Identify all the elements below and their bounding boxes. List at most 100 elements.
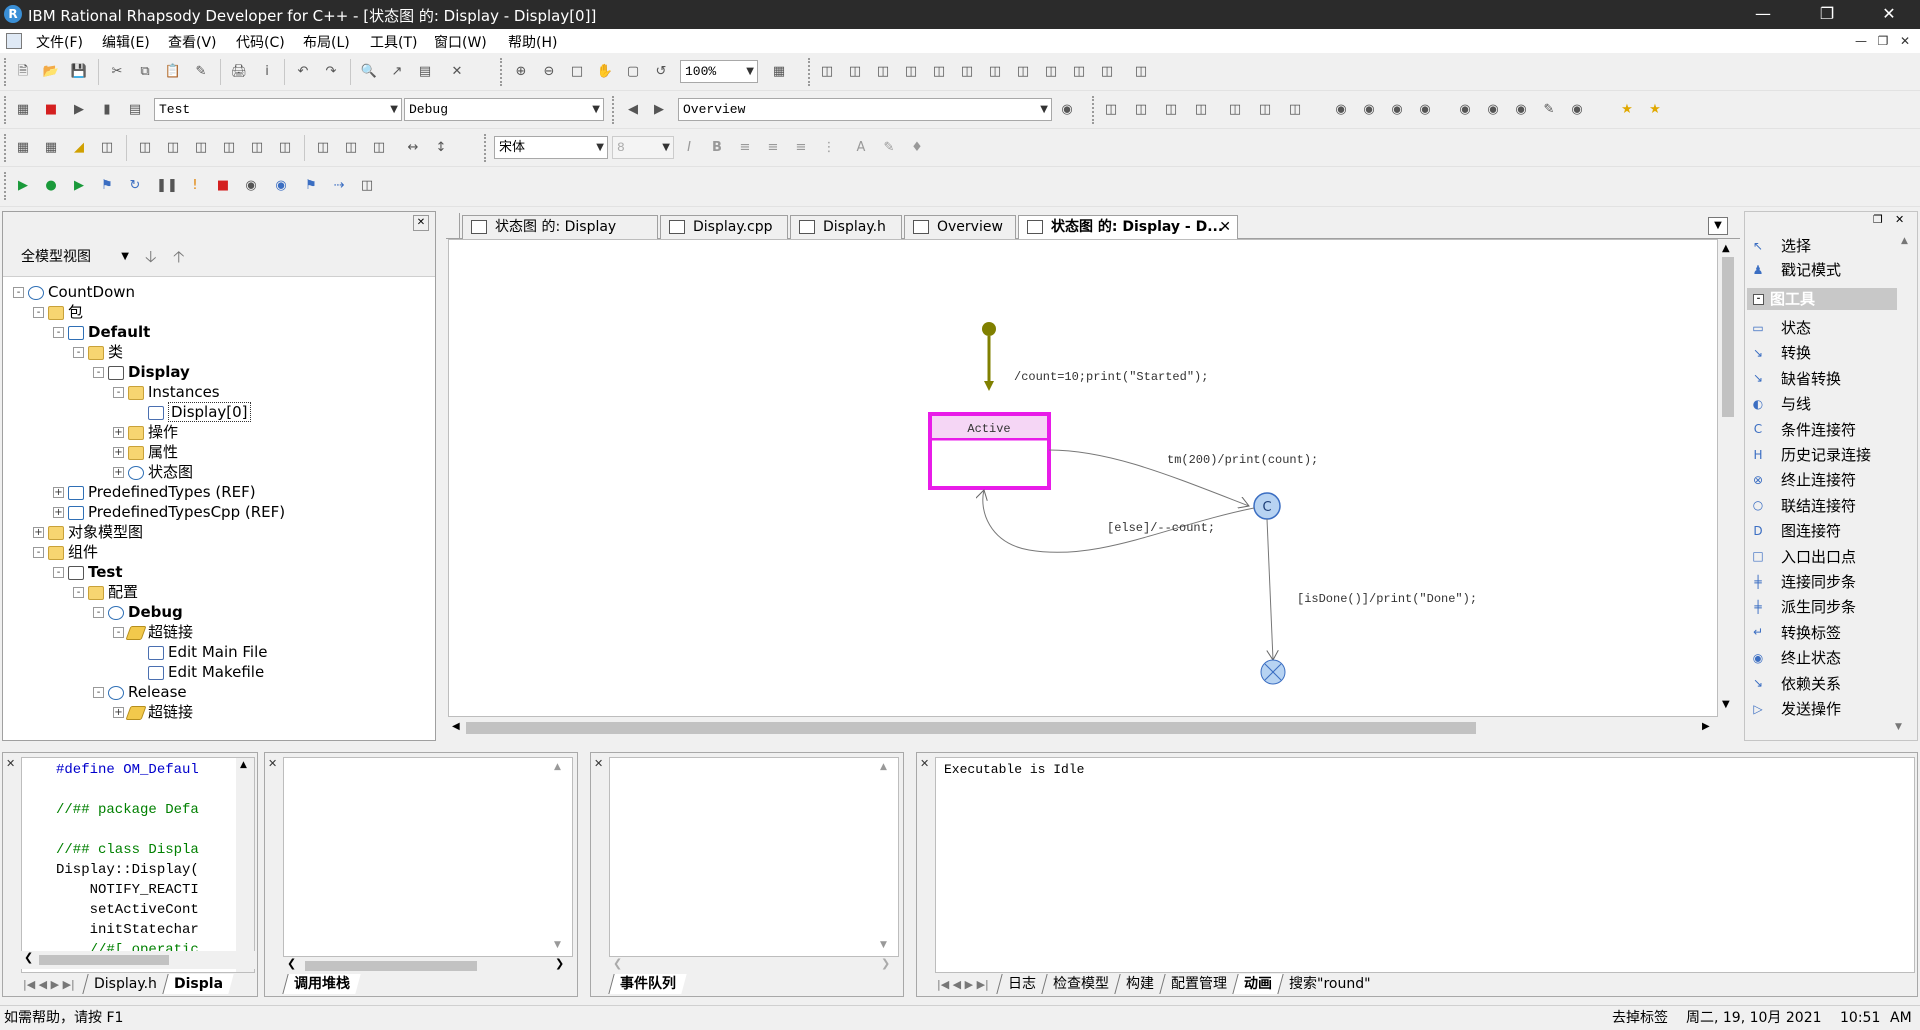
fill-color-icon[interactable]: ♦ (906, 137, 928, 159)
horizontal-scroll-thumb[interactable] (305, 961, 477, 971)
tool-item[interactable]: H 历史记录连接 (1749, 443, 1871, 467)
menu-file[interactable]: 文件(F) (36, 32, 83, 52)
tree-item[interactable]: - Default (53, 322, 150, 342)
scroll-left-icon[interactable]: ❮ (287, 957, 296, 970)
code-config-icon[interactable]: ▤ (124, 99, 146, 121)
statechart-canvas[interactable]: /count=10;print("Started"); Active tm(20… (448, 239, 1718, 717)
animation-icon-3[interactable]: ◉ (1386, 99, 1408, 121)
restore-button[interactable]: ❐ (1804, 0, 1850, 29)
expand-icon[interactable]: + (113, 427, 124, 438)
code-vertical-scrollbar[interactable]: ▲ ▼ (236, 758, 254, 972)
menu-tools[interactable]: 工具(T) (370, 32, 417, 52)
about-icon[interactable]: i (256, 61, 278, 83)
tool-item[interactable]: ◉ 终止状态 (1749, 646, 1841, 670)
align-text-center-icon[interactable]: ≡ (762, 137, 784, 159)
tab-overview[interactable]: Overview (904, 215, 1016, 239)
tool-item[interactable]: ╪ 派生同步条 (1749, 595, 1856, 619)
tab-output-4[interactable]: 动画 (1232, 974, 1283, 994)
tab-display-cpp[interactable]: Display.cpp (660, 215, 788, 239)
zoom-fit-icon[interactable]: ▢ (622, 61, 644, 83)
scroll-right-icon[interactable]: ▶ (1702, 721, 1710, 732)
tool-item[interactable]: ╪ 连接同步条 (1749, 570, 1856, 594)
stamp-icon[interactable]: ◢ (68, 137, 90, 159)
menu-layout[interactable]: 布局(L) (303, 32, 350, 52)
undo-icon[interactable]: ↶ (292, 61, 314, 83)
expand-icon[interactable]: + (53, 487, 64, 498)
tool-item[interactable]: D 图连接符 (1749, 519, 1841, 543)
align-tool-5-icon[interactable]: ◫ (246, 137, 268, 159)
zoom-select[interactable]: 100% ▼ (680, 60, 758, 83)
tool-item[interactable]: ◐ 与线 (1749, 392, 1811, 416)
scroll-right-icon[interactable]: ❯ (555, 957, 564, 970)
mdi-minimize-button[interactable]: — (1852, 32, 1870, 50)
scroll-up-icon[interactable]: ▲ (880, 762, 887, 772)
align-bottom-icon[interactable]: ◫ (956, 61, 978, 83)
toolbar-grip[interactable] (612, 96, 616, 124)
diagram-navigator-icon[interactable]: ◫ (1284, 99, 1306, 121)
stop-make-icon[interactable]: ■ (40, 99, 62, 121)
horizontal-scroll-thumb[interactable] (466, 722, 1476, 734)
close-icon[interactable]: ✕ (920, 757, 929, 770)
bullets-icon[interactable]: ⋮ (818, 137, 840, 159)
same-height-icon[interactable]: ◫ (1012, 61, 1034, 83)
italic-icon[interactable]: I (678, 137, 700, 159)
watch-icon[interactable]: ◫ (356, 175, 378, 197)
state-active[interactable]: Active (928, 412, 1051, 490)
tool-item[interactable]: ⊗ 终止连接符 (1749, 468, 1856, 492)
align-tool-1-icon[interactable]: ◫ (134, 137, 156, 159)
animation-icon-8[interactable]: ✎ (1538, 99, 1560, 121)
align-top-icon[interactable]: ◫ (900, 61, 922, 83)
browser-window-icon[interactable]: ◫ (1100, 99, 1122, 121)
tool-stamp-mode[interactable]: ♟ 戳记模式 (1749, 258, 1841, 282)
expand-icon[interactable]: + (53, 507, 64, 518)
animation-icon-1[interactable]: ◉ (1330, 99, 1352, 121)
call-stack-view[interactable]: ▲ ▼ (283, 757, 573, 957)
command-prompt-icon[interactable]: ! (184, 175, 206, 197)
collapse-icon[interactable]: - (33, 307, 44, 318)
restore-icon[interactable]: ❐ (1873, 213, 1883, 226)
scroll-down-icon[interactable]: ▼ (1722, 699, 1730, 710)
default-transition-label[interactable]: /count=10;print("Started"); (1014, 370, 1208, 384)
toolbar-grip[interactable] (4, 134, 8, 162)
done-transition[interactable] (1266, 518, 1273, 660)
menu-code[interactable]: 代码(C) (236, 32, 285, 52)
font-name-select[interactable]: 宋体 ▼ (494, 136, 608, 159)
delete-icon[interactable]: ✕ (446, 61, 468, 83)
call-operations-icon[interactable]: ⇢ (328, 175, 350, 197)
gmr-icon[interactable]: ▮ (96, 99, 118, 121)
scroll-down-icon[interactable]: ▼ (1895, 722, 1902, 732)
document-menu-icon[interactable] (6, 33, 22, 49)
tool-item[interactable]: ▷ 发送操作 (1749, 697, 1841, 721)
tool-item[interactable]: □ 入口出口点 (1749, 545, 1856, 569)
expand-icon[interactable]: + (33, 527, 44, 538)
tab-display-h-source[interactable]: Display.h (82, 974, 168, 994)
horizontal-scroll-thumb[interactable] (39, 955, 169, 965)
tree-item[interactable]: Edit Main File (133, 642, 268, 662)
tab-call-stack[interactable]: 调用堆栈 (282, 974, 361, 994)
align-text-left-icon[interactable]: ≡ (734, 137, 756, 159)
tab-output-5[interactable]: 搜索"round" (1277, 974, 1382, 994)
size-tool-2-icon[interactable]: ◫ (340, 137, 362, 159)
vertical-scroll-thumb[interactable] (1722, 257, 1734, 417)
zoom-out-icon[interactable]: ⊖ (538, 61, 560, 83)
open-icon[interactable]: 📂 (40, 61, 62, 83)
menu-window[interactable]: 窗口(W) (434, 32, 487, 52)
output-window-icon[interactable]: ◫ (1160, 99, 1182, 121)
run-to-end-icon[interactable]: ▶ (12, 175, 34, 197)
tab-output-0[interactable]: 日志 (996, 974, 1047, 994)
expand-icon[interactable]: + (113, 707, 124, 718)
tab-display-h[interactable]: Display.h (790, 215, 902, 239)
toolbar-grip[interactable] (4, 172, 8, 200)
expand-icon[interactable]: + (113, 447, 124, 458)
output-view[interactable]: Executable is Idle (935, 757, 1915, 973)
event-generator-icon[interactable]: ⚑ (300, 175, 322, 197)
tool-item[interactable]: ▭ 状态 (1749, 316, 1811, 340)
close-button[interactable]: ✕ (1866, 0, 1912, 29)
collapse-icon[interactable]: - (93, 607, 104, 618)
configuration-select[interactable]: Debug ▼ (404, 98, 604, 121)
drawing-toolbar-icon[interactable]: ◫ (1190, 99, 1212, 121)
print-icon[interactable]: 🖨 (228, 61, 250, 83)
collapse-icon[interactable]: - (73, 587, 84, 598)
go-idle-icon[interactable]: ⚑ (96, 175, 118, 197)
threads-icon[interactable]: ◉ (240, 175, 262, 197)
